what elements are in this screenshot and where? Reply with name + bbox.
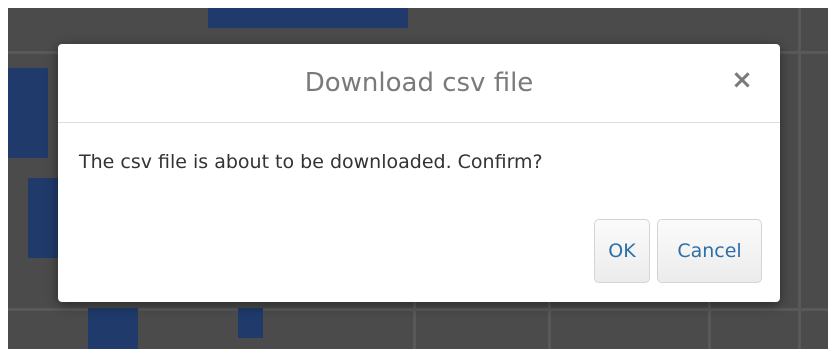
map-block bbox=[238, 308, 263, 338]
map-block bbox=[208, 8, 408, 28]
map-road bbox=[548, 298, 551, 349]
map-block bbox=[8, 68, 48, 158]
ok-button[interactable]: OK bbox=[594, 219, 650, 283]
map-road bbox=[708, 298, 711, 349]
dialog-title: Download csv file bbox=[304, 68, 534, 98]
close-icon[interactable]: × bbox=[728, 66, 756, 94]
dialog-message: The csv file is about to be downloaded. … bbox=[79, 151, 543, 173]
map-road bbox=[413, 298, 416, 349]
cancel-button[interactable]: Cancel bbox=[657, 219, 762, 283]
map-road bbox=[798, 8, 801, 349]
map-block bbox=[88, 308, 138, 349]
download-dialog: Download csv file × The csv file is abou… bbox=[58, 44, 780, 302]
dialog-footer: OK Cancel bbox=[594, 219, 762, 283]
dialog-header: Download csv file × bbox=[58, 44, 780, 123]
